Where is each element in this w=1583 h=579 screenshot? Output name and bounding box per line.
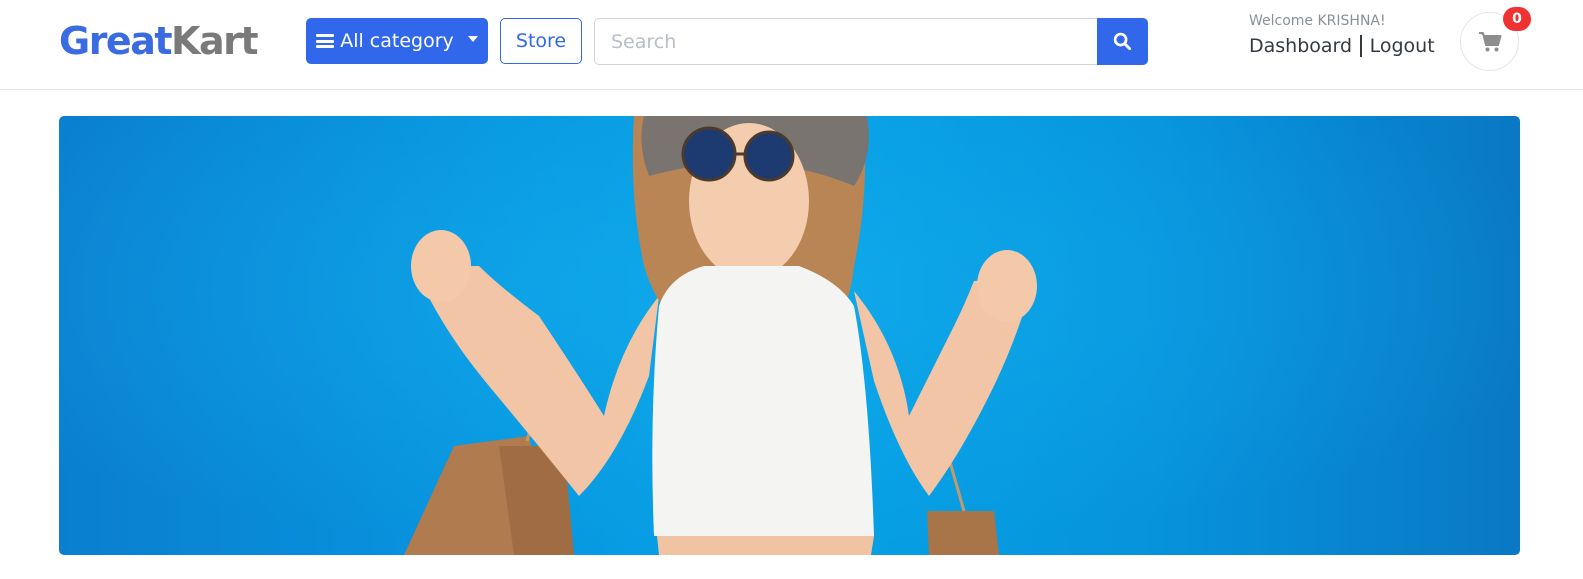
bars-icon bbox=[316, 34, 335, 48]
logo-part-kart: Kart bbox=[171, 19, 259, 63]
all-category-button[interactable]: All category bbox=[306, 18, 488, 64]
banner-image bbox=[59, 116, 1520, 555]
logout-link[interactable]: Logout bbox=[1370, 35, 1435, 57]
cart-count-badge: 0 bbox=[1503, 7, 1531, 31]
dashboard-link[interactable]: Dashboard bbox=[1249, 35, 1352, 57]
user-links: Dashboard Logout bbox=[1249, 35, 1435, 57]
link-separator bbox=[1360, 35, 1362, 57]
site-header: GreatKart All category Store Welcome KRI… bbox=[0, 0, 1583, 90]
caret-down-icon bbox=[467, 36, 478, 42]
search-icon bbox=[1113, 32, 1132, 51]
store-button[interactable]: Store bbox=[500, 18, 582, 64]
brand-logo[interactable]: GreatKart bbox=[59, 17, 259, 65]
logo-part-great: Great bbox=[59, 19, 173, 63]
search-button[interactable] bbox=[1097, 18, 1148, 65]
hero-banner[interactable] bbox=[59, 116, 1520, 555]
welcome-text: Welcome KRISHNA! bbox=[1249, 13, 1386, 29]
all-category-label: All category bbox=[340, 30, 454, 52]
cart-icon bbox=[1478, 31, 1501, 51]
search-input[interactable] bbox=[594, 18, 1098, 65]
store-label: Store bbox=[515, 30, 567, 52]
